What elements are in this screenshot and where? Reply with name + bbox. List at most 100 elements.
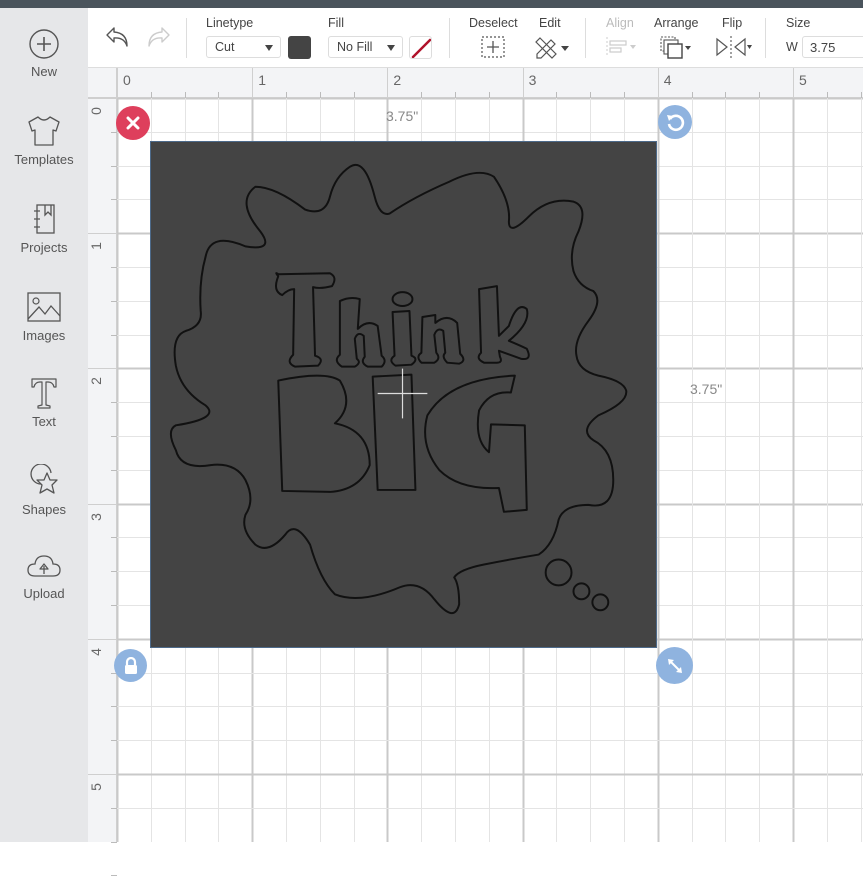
text-icon — [31, 378, 57, 409]
think-big-bubble-outline — [169, 163, 628, 614]
ruler-major-tick — [88, 503, 117, 505]
toolbar-divider — [585, 18, 586, 58]
sidebar-item-new[interactable]: New — [0, 28, 88, 108]
resize-icon — [667, 658, 682, 673]
letter-k — [477, 285, 530, 364]
width-label: W — [786, 40, 798, 54]
width-dimension-label: 3.75" — [386, 108, 419, 124]
toolbar-divider — [765, 18, 766, 58]
ruler-major-tick — [252, 68, 254, 98]
ruler-label: 5 — [799, 72, 807, 88]
letter-i-dot — [391, 291, 414, 308]
close-icon — [126, 116, 140, 130]
tshirt-icon — [28, 116, 60, 146]
fill-value: No Fill — [337, 40, 373, 54]
arrange-icon[interactable] — [658, 34, 694, 60]
arrange-label: Arrange — [654, 16, 699, 30]
thought-bubble-dot-large — [544, 558, 573, 587]
sidebar-item-label: Templates — [14, 152, 74, 167]
ruler-label: 3 — [528, 72, 537, 88]
size-label: Size — [786, 16, 811, 30]
flip-icon[interactable] — [714, 34, 752, 60]
letter-I — [371, 373, 417, 491]
sidebar-item-label: Projects — [20, 240, 68, 255]
letter-i — [390, 310, 417, 367]
rotate-handle[interactable] — [658, 105, 692, 139]
ruler-corner — [88, 68, 117, 98]
fill-color-swatch[interactable] — [409, 36, 432, 59]
deselect-icon[interactable] — [480, 35, 506, 59]
sidebar-item-text[interactable]: Text — [0, 376, 88, 456]
align-label: Align — [606, 16, 634, 30]
resize-handle[interactable] — [656, 647, 693, 684]
fill-select[interactable]: No Fill — [328, 36, 403, 58]
ruler-label: 4 — [87, 647, 104, 656]
sidebar-item-upload[interactable]: Upload — [0, 552, 88, 632]
lock-handle[interactable] — [114, 649, 147, 682]
linetype-color-swatch[interactable] — [288, 36, 311, 59]
lock-icon — [124, 656, 137, 674]
horizontal-ruler: 0 1 2 3 4 5 — [88, 68, 863, 98]
sidebar-item-projects[interactable]: Projects — [0, 202, 88, 282]
undo-icon[interactable] — [104, 25, 132, 49]
delete-handle[interactable] — [116, 106, 150, 140]
ruler-label: 2 — [87, 377, 104, 386]
letter-B — [277, 374, 371, 493]
no-fill-icon — [411, 38, 431, 58]
notebook-icon — [34, 204, 55, 234]
top-toolbar: Linetype Cut Fill No Fill Deselect Edit … — [88, 8, 863, 68]
sidebar-item-images[interactable]: Images — [0, 290, 88, 370]
ruler-major-tick — [657, 68, 659, 98]
left-sidebar: New Templates Projects Images Text Shape… — [0, 8, 88, 842]
linetype-label: Linetype — [206, 16, 254, 30]
sidebar-item-label: Text — [32, 414, 56, 429]
ruler-major-tick — [88, 233, 117, 235]
deselect-label: Deselect — [469, 16, 518, 30]
cloud-upload-icon — [27, 555, 61, 577]
redo-icon[interactable] — [144, 25, 172, 49]
linetype-select[interactable]: Cut — [206, 36, 281, 58]
height-dimension-label: 3.75" — [690, 381, 723, 397]
plus-circle-icon — [29, 29, 59, 59]
chevron-down-icon — [265, 45, 273, 51]
linetype-value: Cut — [215, 40, 235, 54]
ruler-major-tick — [117, 68, 118, 98]
shapes-icon — [30, 464, 58, 494]
sidebar-item-label: Shapes — [21, 502, 67, 517]
fill-label: Fill — [328, 16, 344, 30]
toolbar-divider — [186, 18, 187, 58]
letter-G — [424, 374, 528, 513]
chevron-down-icon — [387, 45, 395, 51]
ruler-major-tick — [793, 68, 794, 98]
image-icon — [27, 292, 61, 322]
letter-h — [335, 296, 386, 368]
sidebar-item-shapes[interactable]: Shapes — [0, 464, 88, 544]
sidebar-item-templates[interactable]: Templates — [0, 114, 88, 194]
ruler-major-tick — [522, 68, 524, 98]
ruler-label: 1 — [258, 72, 266, 88]
ruler-major-tick — [88, 638, 117, 640]
align-icon — [606, 37, 636, 57]
flip-label: Flip — [722, 16, 743, 30]
toolbar-divider — [449, 18, 450, 58]
selected-design-image[interactable] — [150, 141, 657, 648]
vertical-ruler: 0 1 2 3 4 5 — [87, 98, 117, 876]
ruler-major-tick — [88, 368, 117, 370]
ruler-label: 2 — [393, 72, 402, 88]
width-input[interactable]: 3.75 — [802, 36, 863, 58]
sidebar-item-label: Upload — [23, 586, 65, 601]
ruler-label: 1 — [87, 242, 104, 251]
sidebar-item-label: New — [30, 64, 57, 79]
ruler-major-tick — [88, 774, 117, 775]
sidebar-item-label: Images — [22, 328, 66, 343]
ruler-major-tick — [387, 68, 389, 98]
thought-bubble-outline — [169, 163, 628, 614]
ruler-label: 0 — [123, 72, 131, 88]
app-top-bar — [0, 0, 863, 8]
edit-icon[interactable] — [534, 34, 572, 60]
thought-bubble-dot-small — [591, 593, 610, 612]
edit-label: Edit — [539, 16, 561, 30]
thought-bubble-dot-medium — [572, 582, 591, 601]
ruler-label: 3 — [87, 512, 104, 521]
ruler-label: 0 — [87, 107, 104, 115]
